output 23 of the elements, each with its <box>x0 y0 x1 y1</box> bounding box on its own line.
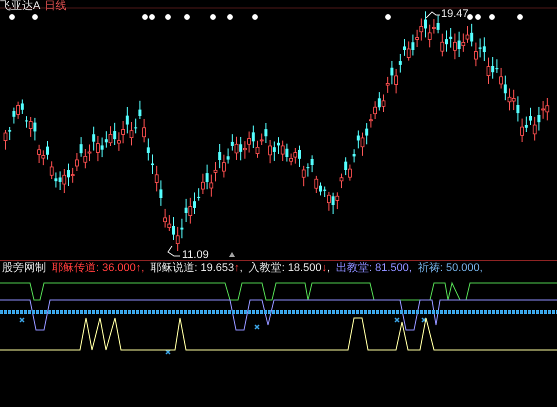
star-marker-icon <box>384 13 392 21</box>
indicator-value: 祈祷: 50.000, <box>418 261 483 275</box>
star-marker-icon <box>209 13 217 21</box>
triangle-marker-icon <box>229 252 235 257</box>
indicator-value: 耶稣说道: 19.653↑, <box>150 261 243 275</box>
star-marker-icon <box>164 13 172 21</box>
star-marker-icon <box>31 13 39 21</box>
indicator-value: 耶稣传道: 36.000↑, <box>52 261 144 275</box>
indicator-value: 出教堂: 81.500, <box>336 261 412 275</box>
star-marker-icon <box>8 13 16 21</box>
indicator-value: 入教堂: 18.500↓, <box>248 261 330 275</box>
chart-period: 日线 <box>44 0 66 12</box>
star-marker-icon <box>183 13 191 21</box>
star-marker-icon <box>226 13 234 21</box>
indicator-name: 股旁网制 <box>2 261 46 275</box>
high-price-label: 19.47 <box>441 8 469 20</box>
stock-name: 飞亚达A <box>0 0 40 12</box>
leader-line <box>426 11 440 18</box>
leader-line <box>167 246 180 256</box>
star-marker-icon <box>488 13 496 21</box>
star-marker-icon <box>251 13 259 21</box>
low-price-label: 11.09 <box>182 249 209 261</box>
star-marker-icon <box>516 13 524 21</box>
